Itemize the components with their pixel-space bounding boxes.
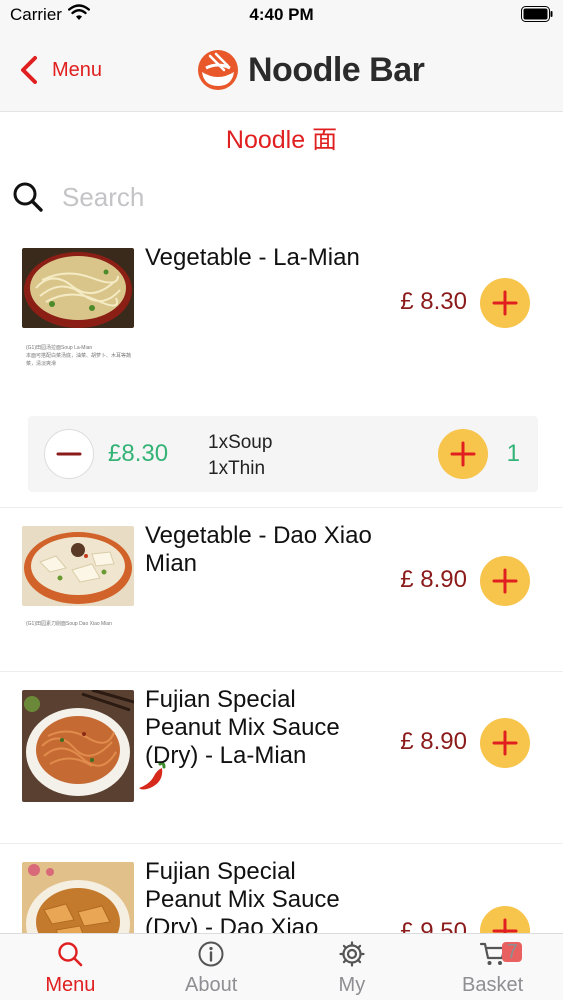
back-label: Menu: [52, 58, 103, 81]
plus-icon: [450, 441, 476, 467]
menu-item-list: (G1)田园汤拉面Soup La-Mian 本面可搭配白菜汤底，油菜、胡萝卜、木…: [0, 230, 563, 933]
menu-item[interactable]: Fujian Special Peanut Mix Sauce (Dry) - …: [0, 672, 563, 844]
status-time: 4:40 PM: [249, 5, 314, 24]
gear-icon: [339, 941, 365, 967]
order-option: 1xThin: [208, 458, 266, 479]
menu-item[interactable]: (G1)田园素刀削面Soup Dao Xiao Mian Vegetable -…: [0, 508, 563, 672]
search-icon: [13, 182, 43, 212]
plus-icon: [492, 730, 518, 756]
search-icon: [58, 942, 83, 967]
add-to-basket-button[interactable]: [480, 556, 530, 606]
noodle-bowl-logo-icon: [198, 50, 238, 90]
item-price: £ 8.90: [400, 566, 467, 593]
order-options: 1xSoup 1xThin: [208, 430, 272, 482]
brand: Noodle Bar: [196, 48, 425, 92]
add-to-basket-button[interactable]: [480, 906, 530, 933]
plus-icon: [492, 568, 518, 594]
tab-my[interactable]: My: [282, 934, 423, 1000]
menu-item[interactable]: (G1)田园汤拉面Soup La-Mian 本面可搭配白菜汤底，油菜、胡萝卜、木…: [0, 230, 563, 508]
caption-line: (G1)田园素刀削面Soup Dao Xiao Mian: [26, 621, 112, 627]
item-name: Fujian Special Peanut Mix Sauce (Dry) - …: [145, 858, 340, 933]
item-caption: (G1)田园汤拉面Soup La-Mian 本面可搭配白菜汤底，油菜、胡萝卜、木…: [26, 344, 136, 368]
item-photo: [22, 248, 134, 328]
category-title: Noodle 面: [225, 126, 338, 154]
add-to-basket-button[interactable]: [480, 278, 530, 328]
plus-icon: [492, 290, 518, 316]
decrease-quantity-button[interactable]: [44, 429, 94, 479]
order-option: 1xSoup: [208, 432, 273, 453]
status-bar: Carrier 4:40 PM: [0, 0, 563, 30]
order-line-price: £8.30: [108, 440, 169, 467]
back-button[interactable]: Menu: [18, 52, 102, 88]
item-photo: [22, 862, 134, 933]
item-price: £ 8.30: [400, 288, 467, 315]
order-line: £8.30 1xSoup 1xThin 1: [28, 416, 538, 492]
add-to-basket-button[interactable]: [480, 718, 530, 768]
increase-quantity-button[interactable]: [438, 429, 488, 479]
search-bar: [12, 175, 552, 219]
item-name: Fujian Special Peanut Mix Sauce (Dry) - …: [145, 686, 340, 769]
nav-bar: Menu Noodle Bar: [0, 30, 563, 112]
item-caption: (G1)田园素刀削面Soup Dao Xiao Mian: [26, 620, 136, 628]
basket-count-badge: 7: [502, 942, 523, 962]
item-price: £ 9.50: [400, 918, 467, 933]
tab-label: My: [338, 974, 366, 996]
minus-icon: [56, 452, 82, 456]
tab-label: Menu: [45, 974, 96, 996]
tab-bar: Menu About My 7 Basket: [0, 933, 563, 1000]
info-icon: [198, 941, 224, 967]
battery-icon: [521, 6, 553, 22]
menu-item[interactable]: Fujian Special Peanut Mix Sauce (Dry) - …: [0, 844, 563, 933]
tab-label: About: [184, 974, 238, 996]
item-photo: [22, 526, 134, 606]
chevron-left-icon: [21, 56, 37, 84]
brand-name: Noodle Bar: [248, 50, 425, 89]
item-photo: [22, 690, 134, 802]
order-quantity: 1: [506, 440, 520, 467]
plus-icon: [492, 918, 518, 933]
tab-basket[interactable]: 7 Basket: [422, 934, 563, 1000]
search-input[interactable]: [62, 181, 522, 213]
caption-line: (G1)田园汤拉面Soup La-Mian: [26, 345, 93, 351]
item-name: Vegetable - La-Mian: [145, 244, 360, 271]
item-price: £ 8.90: [400, 728, 467, 755]
caption-line: 本面可搭配白菜汤底，油菜、胡萝卜、木耳等蔬菜，清淡爽滑: [26, 353, 132, 367]
tab-about[interactable]: About: [141, 934, 282, 1000]
tab-menu[interactable]: Menu: [0, 934, 141, 1000]
item-name: Vegetable - Dao Xiao Mian: [145, 522, 372, 577]
tab-label: Basket: [462, 974, 524, 996]
